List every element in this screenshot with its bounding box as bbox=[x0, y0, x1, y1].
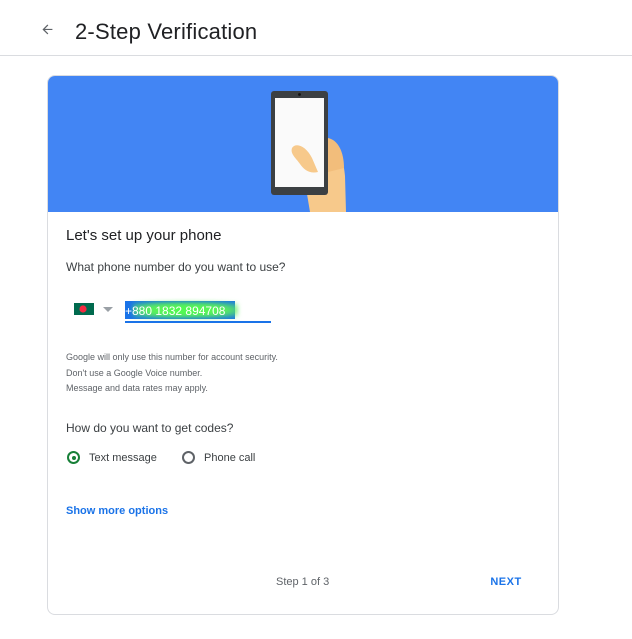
setup-card: Let's set up your phone What phone numbe… bbox=[47, 75, 559, 615]
back-button[interactable] bbox=[40, 22, 64, 46]
disclaimer-line: Message and data rates may apply. bbox=[66, 383, 208, 393]
phone-question: What phone number do you want to use? bbox=[66, 260, 286, 274]
page-title: 2-Step Verification bbox=[75, 19, 258, 44]
dropdown-triangle-icon bbox=[103, 307, 113, 312]
next-button[interactable]: NEXT bbox=[484, 572, 528, 592]
phone-in-hand-illustration bbox=[271, 91, 346, 212]
disclaimer: Google will only use this number for acc… bbox=[66, 350, 278, 397]
card-title: Let's set up your phone bbox=[66, 227, 222, 244]
top-bar: 2-Step Verification bbox=[0, 0, 632, 56]
show-more-options-link[interactable]: Show more options bbox=[66, 505, 168, 517]
hero-banner bbox=[48, 76, 558, 212]
arrow-back-icon bbox=[42, 24, 53, 35]
bangladesh-flag-icon bbox=[74, 303, 94, 315]
phone-input[interactable] bbox=[125, 301, 271, 323]
text-message-radio[interactable]: Text message bbox=[67, 451, 157, 464]
step-indicator: Step 1 of 3 bbox=[276, 576, 330, 588]
codes-question: How do you want to get codes? bbox=[66, 421, 234, 435]
radio-unchecked-icon bbox=[182, 451, 195, 464]
country-select[interactable] bbox=[74, 301, 118, 317]
disclaimer-line: Google will only use this number for acc… bbox=[66, 352, 278, 362]
radio-checked-icon bbox=[67, 451, 80, 464]
phone-call-label: Phone call bbox=[204, 451, 256, 464]
disclaimer-line: Don't use a Google Voice number. bbox=[66, 367, 203, 378]
phone-call-radio[interactable]: Phone call bbox=[182, 451, 255, 464]
text-message-label: Text message bbox=[89, 451, 157, 464]
